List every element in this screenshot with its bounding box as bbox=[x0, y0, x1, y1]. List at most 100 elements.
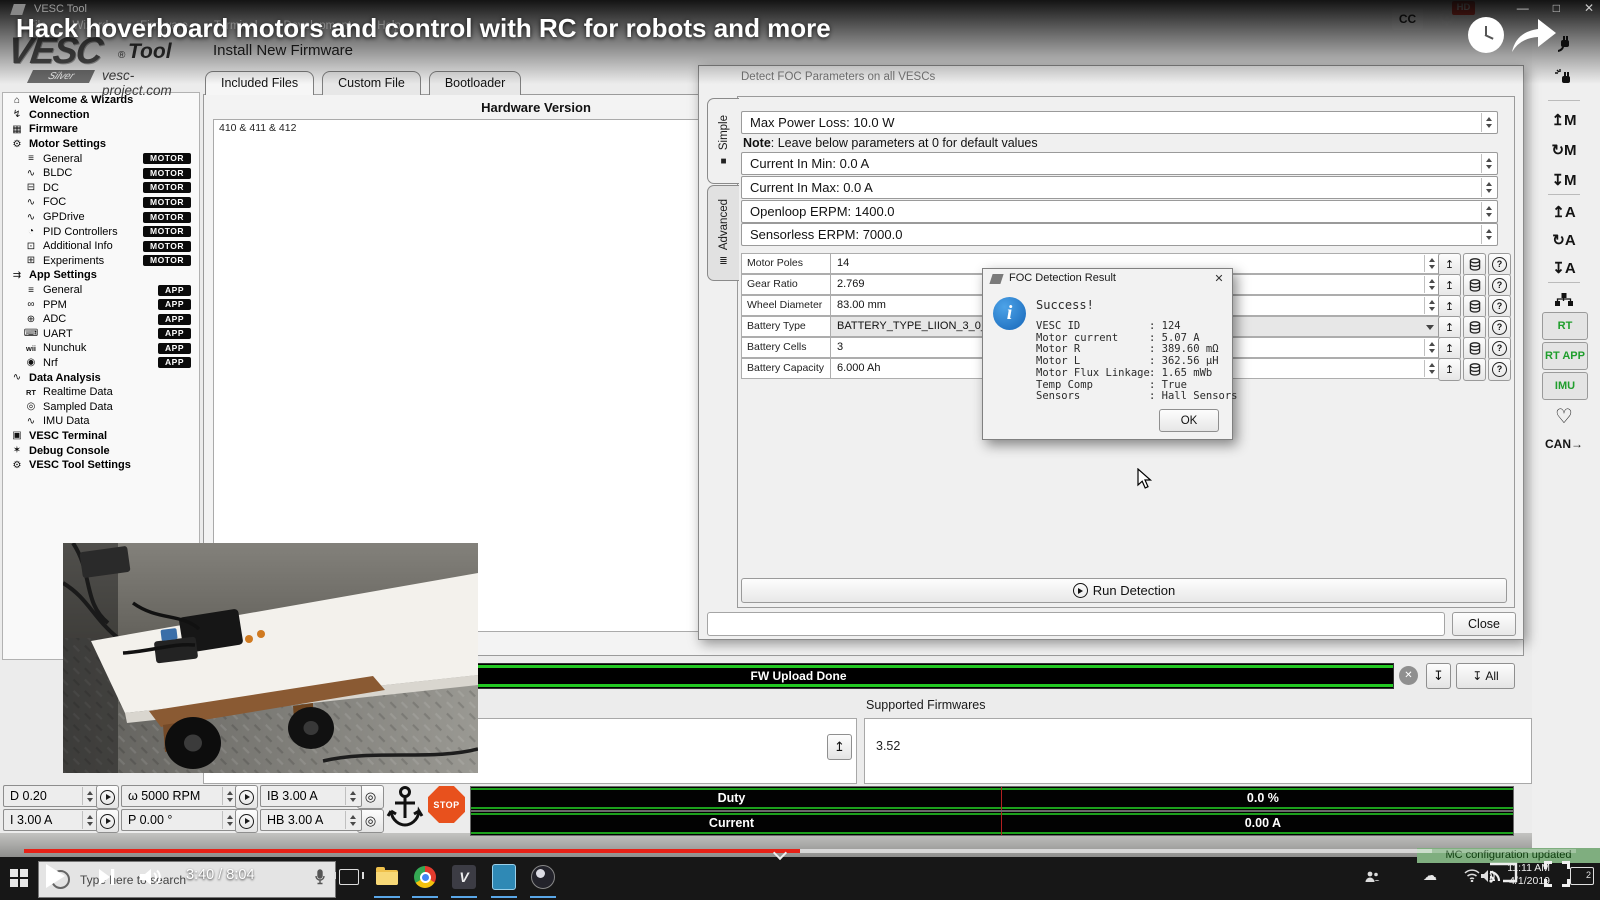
disconnect-icon[interactable] bbox=[1542, 64, 1586, 92]
yt-fullscreen-icon[interactable] bbox=[1544, 861, 1570, 892]
realtime-data-toggle[interactable]: RT bbox=[1542, 312, 1588, 340]
current-in-max-spinbox[interactable]: Current In Max: 0.0 A bbox=[741, 176, 1498, 199]
imu-data-toggle[interactable]: IMU bbox=[1542, 372, 1588, 400]
sidebar-item-bldc[interactable]: ∿BLDCMOTOR bbox=[3, 166, 199, 181]
fw-download-button[interactable]: ↧ bbox=[1426, 663, 1451, 689]
param-upload-button[interactable]: ↥ bbox=[1438, 337, 1461, 360]
start-button[interactable] bbox=[10, 869, 28, 887]
task-view-button[interactable] bbox=[336, 864, 362, 890]
fw-download-all-button[interactable]: ↧All bbox=[1456, 663, 1515, 689]
sidebar-item-app-settings[interactable]: ⇉App Settings bbox=[3, 268, 199, 283]
microphone-icon[interactable] bbox=[315, 869, 325, 890]
sidebar-item-foc[interactable]: ∿FOCMOTOR bbox=[3, 195, 199, 210]
param-default-button[interactable] bbox=[1463, 358, 1486, 381]
dialog-close-button[interactable]: Close bbox=[1452, 612, 1516, 636]
sidebar-item-gpdrive[interactable]: ∿GPDriveMOTOR bbox=[3, 210, 199, 225]
run-duty-button[interactable] bbox=[96, 785, 119, 809]
spin-arrows[interactable] bbox=[345, 787, 360, 805]
sidebar-item-vesc-terminal[interactable]: ▣VESC Terminal bbox=[3, 429, 199, 444]
spin-arrows[interactable] bbox=[1424, 339, 1439, 356]
watch-later-icon[interactable] bbox=[1468, 17, 1504, 53]
sidebar-item-dc[interactable]: ⊟DCMOTOR bbox=[3, 181, 199, 196]
duty-setpoint-spinbox[interactable]: D 0.20 bbox=[3, 785, 99, 807]
heart-icon[interactable]: ♡ bbox=[1542, 402, 1586, 430]
reread-app-config-icon[interactable]: ↻A bbox=[1542, 226, 1586, 254]
spin-arrows[interactable] bbox=[1481, 178, 1496, 197]
share-arrow-icon[interactable] bbox=[1510, 16, 1558, 59]
sidebar-item-adc[interactable]: ⊕ADCAPP bbox=[3, 312, 199, 327]
sidebar-item-general[interactable]: ≡GeneralMOTOR bbox=[3, 151, 199, 166]
sidebar-item-motor-settings[interactable]: ⚙Motor Settings bbox=[3, 137, 199, 152]
param-upload-button[interactable]: ↥ bbox=[1438, 295, 1461, 318]
param-upload-button[interactable]: ↥ bbox=[1438, 316, 1461, 339]
param-default-button[interactable] bbox=[1463, 274, 1486, 297]
file-explorer-icon[interactable] bbox=[374, 864, 400, 890]
tab-included-files[interactable]: Included Files bbox=[205, 71, 314, 95]
param-help-button[interactable]: ? bbox=[1488, 295, 1511, 318]
sidebar-item-experiments[interactable]: ⊞ExperimentsMOTOR bbox=[3, 254, 199, 269]
run-current-button[interactable] bbox=[96, 809, 119, 833]
emergency-stop-button[interactable]: STOP bbox=[428, 786, 465, 823]
spin-arrows[interactable] bbox=[1424, 255, 1439, 272]
param-upload-button[interactable]: ↥ bbox=[1438, 253, 1461, 276]
yt-next-button[interactable] bbox=[98, 868, 116, 891]
run-detection-button[interactable]: Run Detection bbox=[741, 578, 1507, 603]
yt-volume-icon[interactable] bbox=[139, 868, 165, 891]
param-default-button[interactable] bbox=[1463, 253, 1486, 276]
spin-arrows[interactable] bbox=[345, 811, 360, 829]
param-help-button[interactable]: ? bbox=[1488, 274, 1511, 297]
sidebar-item-connection[interactable]: ↯Connection bbox=[3, 108, 199, 123]
param-default-button[interactable] bbox=[1463, 337, 1486, 360]
firmware-upload-button[interactable]: ↥ bbox=[827, 734, 852, 760]
spin-arrows[interactable] bbox=[1481, 225, 1496, 244]
sidebar-item-vesc-tool-settings[interactable]: ⚙VESC Tool Settings bbox=[3, 458, 199, 473]
current-setpoint-spinbox[interactable]: I 3.00 A bbox=[3, 809, 99, 831]
param-default-button[interactable] bbox=[1463, 295, 1486, 318]
write-app-config-icon[interactable]: ↥A bbox=[1542, 198, 1586, 226]
yt-play-button[interactable] bbox=[44, 863, 66, 894]
sidebar-item-pid-controllers[interactable]: ◔PID ControllersMOTOR bbox=[3, 224, 199, 239]
minimize-button[interactable]: — bbox=[1517, 1, 1529, 15]
spin-arrows[interactable] bbox=[1424, 360, 1439, 377]
tab-simple[interactable]: Simple ■ bbox=[707, 98, 739, 184]
sidebar-item-ppm[interactable]: ∞PPMAPP bbox=[3, 297, 199, 312]
parallel-connection-icon[interactable] bbox=[1542, 286, 1586, 314]
sidebar-item-imu-data[interactable]: ∿IMU Data bbox=[3, 414, 199, 429]
sidebar-item-firmware[interactable]: ▦Firmware bbox=[3, 122, 199, 137]
sidebar-item-uart[interactable]: ⌨UARTAPP bbox=[3, 327, 199, 342]
sidebar-item-debug-console[interactable]: ✶Debug Console bbox=[3, 443, 199, 458]
spin-arrows[interactable] bbox=[1424, 297, 1439, 314]
sidebar-item-sampled-data[interactable]: ◎Sampled Data bbox=[3, 399, 199, 414]
sidebar-item-additional-info[interactable]: ⊡Additional InfoMOTOR bbox=[3, 239, 199, 254]
blue-app-icon[interactable] bbox=[491, 864, 517, 890]
dropdown-arrow-icon[interactable] bbox=[1426, 325, 1434, 330]
sidebar-item-nrf[interactable]: ◉NrfAPP bbox=[3, 356, 199, 371]
param-help-button[interactable]: ? bbox=[1488, 337, 1511, 360]
can-forward-icon[interactable]: CAN→ bbox=[1542, 430, 1586, 458]
openloop-erpm-spinbox[interactable]: Openloop ERPM: 1400.0 bbox=[741, 200, 1498, 223]
yt-seek-bar[interactable] bbox=[0, 849, 1600, 854]
maximize-button[interactable]: □ bbox=[1553, 1, 1560, 15]
spin-arrows[interactable] bbox=[1481, 113, 1496, 132]
sidebar-item-realtime-data[interactable]: RTRealtime Data bbox=[3, 385, 199, 400]
read-motor-config-icon[interactable]: ↧M bbox=[1542, 166, 1586, 194]
run-position-button[interactable] bbox=[235, 809, 258, 833]
hardware-version-row[interactable]: 410 & 411 & 412 bbox=[219, 122, 296, 134]
yt-more-chevron-icon[interactable] bbox=[775, 848, 787, 860]
read-app-config-icon[interactable]: ↧A bbox=[1542, 254, 1586, 282]
spin-arrows[interactable] bbox=[82, 787, 97, 805]
fw-cancel-button[interactable]: ✕ bbox=[1399, 666, 1418, 685]
max-power-loss-spinbox[interactable]: Max Power Loss: 10.0 W bbox=[741, 111, 1498, 134]
tab-bootloader[interactable]: Bootloader bbox=[429, 71, 521, 95]
tab-advanced[interactable]: Advanced ≣ bbox=[707, 185, 739, 281]
param-help-button[interactable]: ? bbox=[1488, 358, 1511, 381]
notification-center-icon[interactable]: 2 bbox=[1570, 867, 1594, 885]
yt-cast-icon[interactable] bbox=[1488, 860, 1518, 889]
result-close-icon[interactable]: ✕ bbox=[1211, 271, 1227, 287]
sidebar-item-nunchuk[interactable]: wiiNunchukAPP bbox=[3, 341, 199, 356]
realtime-app-data-toggle[interactable]: RT APP bbox=[1542, 342, 1588, 370]
chrome-icon[interactable] bbox=[412, 864, 438, 890]
param-default-button[interactable] bbox=[1463, 316, 1486, 339]
brake-current-spinbox[interactable]: IB 3.00 A bbox=[260, 785, 362, 807]
sidebar-item-general[interactable]: ≡GeneralAPP bbox=[3, 283, 199, 298]
